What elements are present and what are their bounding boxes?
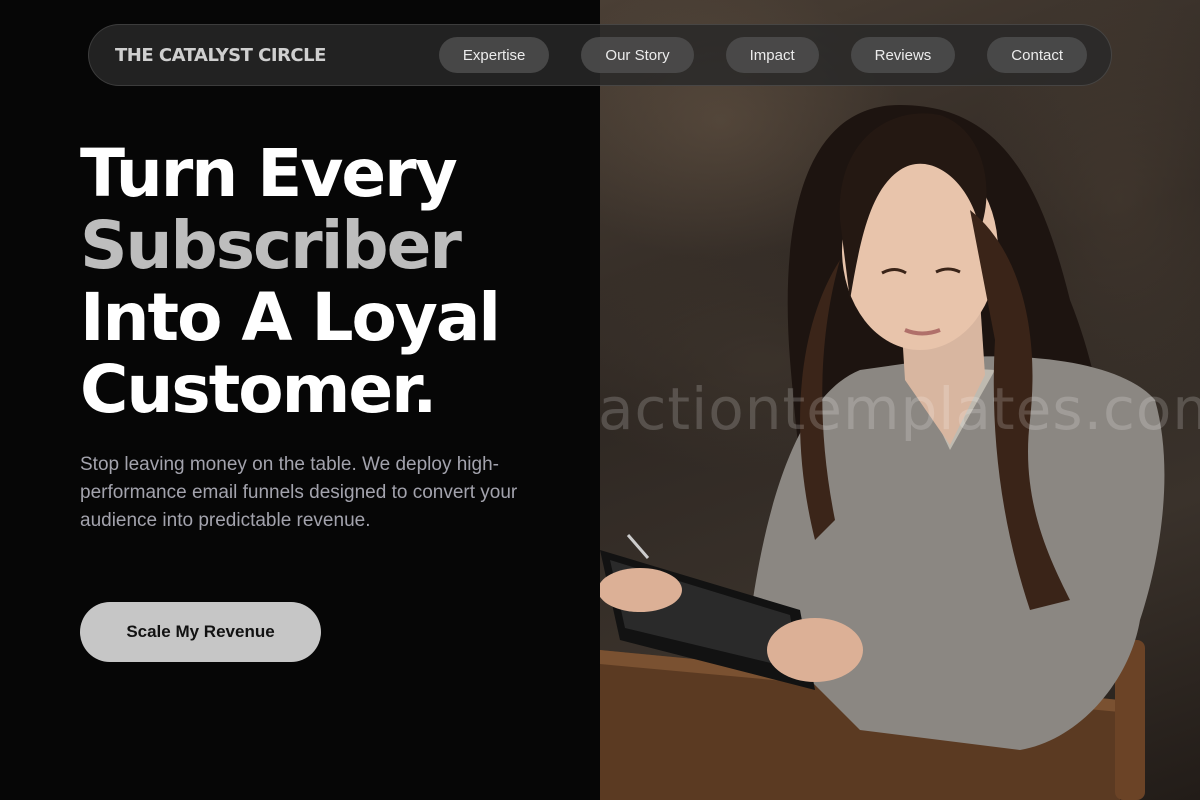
nav-link-impact[interactable]: Impact: [725, 37, 819, 73]
top-navigation: THE CATALYST CIRCLE Expertise Our Story …: [88, 24, 1112, 86]
nav-link-reviews[interactable]: Reviews: [850, 37, 956, 73]
nav-link-contact[interactable]: Contact: [987, 37, 1087, 73]
headline-line-2-accent: Subscriber: [80, 207, 462, 284]
watermark-text: actiontemplates.com: [600, 375, 1200, 443]
brand-logo[interactable]: THE CATALYST CIRCLE: [115, 45, 326, 66]
hero-photo: actiontemplates.com: [600, 0, 1200, 800]
nav-links: Expertise Our Story Impact Reviews Conta…: [438, 37, 1087, 73]
scale-revenue-button[interactable]: Scale My Revenue: [80, 602, 321, 662]
nav-link-our-story[interactable]: Our Story: [581, 37, 694, 73]
hero-subtext: Stop leaving money on the table. We depl…: [80, 454, 518, 531]
headline-line-4: Customer.: [80, 351, 437, 428]
hero-left-panel: Turn Every Subscriber Into A Loyal Custo…: [0, 0, 600, 800]
nav-link-expertise[interactable]: Expertise: [438, 37, 550, 73]
headline-line-1: Turn Every: [80, 135, 458, 212]
headline-line-3: Into A Loyal: [80, 279, 501, 356]
hero-headline: Turn Every Subscriber Into A Loyal Custo…: [80, 135, 501, 428]
